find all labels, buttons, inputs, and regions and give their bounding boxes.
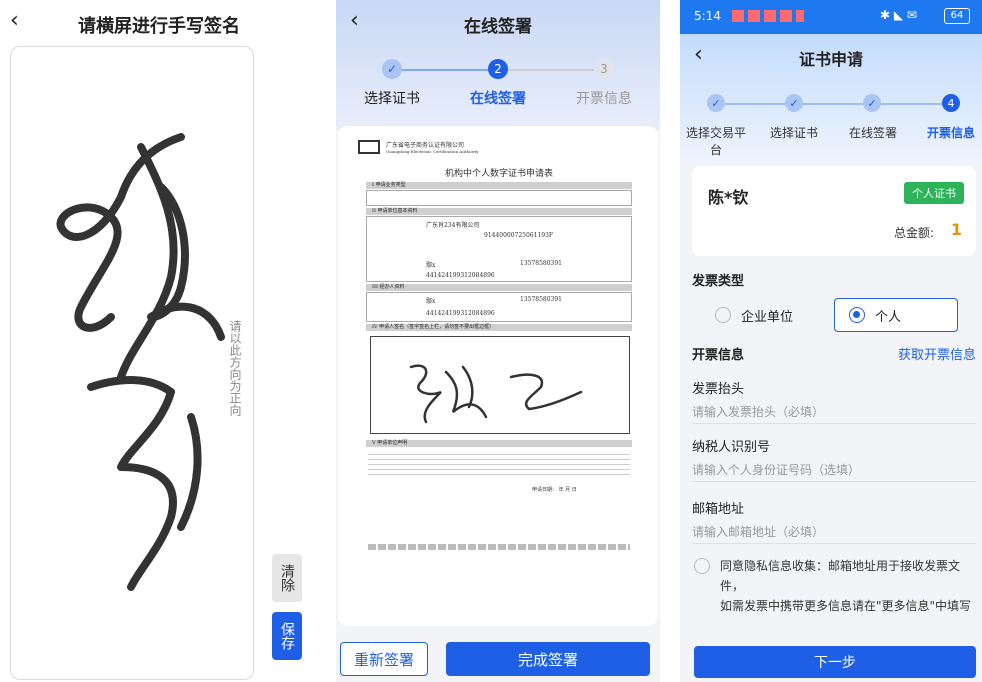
form-block xyxy=(366,190,632,206)
cert-application-screen: 5:14 ✱ ◣ ✉ 64 ‹ 证书申请 ✓ ✓ ✓ 4 选择交易平台 选择证书… xyxy=(680,0,982,682)
handwritten-signature xyxy=(409,364,583,424)
next-step-button[interactable]: 下一步 xyxy=(694,646,976,678)
option-personal-label: 个人 xyxy=(875,309,902,325)
privacy-text-line1: 同意隐私信息收集：邮箱地址用于接收发票文件， xyxy=(720,559,961,593)
total-amount: 1 xyxy=(950,220,962,239)
netca-logo xyxy=(358,140,380,154)
form-block xyxy=(366,216,632,282)
declaration-text xyxy=(368,450,630,478)
org-name-value: 广东肖234有限公司 xyxy=(426,222,480,229)
handwritten-signature xyxy=(56,133,225,591)
signature-canvas[interactable] xyxy=(10,46,254,680)
step-connector xyxy=(508,69,604,71)
status-bar: 5:14 ✱ ◣ ✉ 64 xyxy=(680,0,982,34)
taxid-input[interactable] xyxy=(692,458,976,482)
signature-box xyxy=(370,336,630,434)
invoice-header-input[interactable] xyxy=(692,400,976,424)
email-label: 邮箱地址 xyxy=(692,502,745,517)
online-sign-screen: ‹ 在线签署 ✓ 2 3 选择证书 在线签署 开票信息 广东省电子商务认证有限公… xyxy=(336,0,660,682)
step-2-label: 选择证书 xyxy=(769,126,818,140)
company-name: 广东省电子商务认证有限公司 xyxy=(386,142,465,149)
option-company[interactable]: 企业单位 xyxy=(700,298,824,332)
step-1-label: 选择证书 xyxy=(364,91,420,107)
finish-sign-button[interactable]: 完成签署 xyxy=(446,642,650,676)
step-2-indicator: 2 xyxy=(488,59,508,79)
orientation-hint: 请以此方向为正向 xyxy=(228,320,242,416)
user-name: 陈*钦 xyxy=(708,188,749,207)
phone-value: 13578580391 xyxy=(520,260,562,267)
company-name-en: Guangdong Electronic Certification Autho… xyxy=(386,149,479,154)
section-2: II 申请单位基本资料 xyxy=(366,208,632,215)
privacy-agree-checkbox[interactable] xyxy=(694,558,710,574)
step-4-label: 开票信息 xyxy=(926,126,975,140)
person-name-value: 鄢x xyxy=(426,262,436,269)
invoice-type-label: 发票类型 xyxy=(692,274,745,289)
radio-checked-icon xyxy=(849,307,865,323)
cert-summary-card: 陈*钦 个人证书 总金额: 1 xyxy=(692,166,976,256)
step-3-indicator: 3 xyxy=(594,59,614,79)
form-title: 机构中个人数字证书申请表 xyxy=(444,169,553,179)
step-1-check-icon: ✓ xyxy=(382,59,402,79)
total-label: 总金额: xyxy=(893,226,934,240)
footer-text xyxy=(368,544,630,550)
step-connector xyxy=(402,69,498,71)
clear-button[interactable]: 清除 xyxy=(272,554,302,602)
notification-icons xyxy=(732,10,804,22)
form-block xyxy=(366,292,632,322)
email-input[interactable] xyxy=(692,520,976,544)
step-1-check-icon: ✓ xyxy=(707,94,725,112)
get-invoice-info-link[interactable]: 获取开票信息 xyxy=(898,344,976,363)
radio-unchecked-icon xyxy=(715,307,731,323)
system-icons: ✱ ◣ ✉ xyxy=(880,8,917,22)
cert-type-badge: 个人证书 xyxy=(904,182,964,204)
step-1-label: 选择交易平台 xyxy=(685,126,746,157)
section-4: IV 申请人签名（签字签名上栏，请勿签不要出框边框） xyxy=(366,324,632,331)
agent-name-value: 鄢x xyxy=(426,298,436,305)
privacy-agree-text: 同意隐私信息收集：邮箱地址用于接收发票文件， 如需发票中携带更多信息请在"更多信… xyxy=(720,556,982,616)
apply-date: 申请日期： 年 月 日 xyxy=(532,487,577,493)
battery-icon: 64 xyxy=(944,8,970,24)
section-5: V 申请单位声明 xyxy=(366,440,632,447)
invoice-info-label: 开票信息 xyxy=(692,348,745,363)
option-personal[interactable]: 个人 xyxy=(834,298,958,332)
taxid-label: 纳税人识别号 xyxy=(692,440,771,455)
page-title: 请横屏进行手写签名 xyxy=(78,16,240,37)
step-3-check-icon: ✓ xyxy=(863,94,881,112)
step-2-label: 在线签署 xyxy=(470,91,526,107)
agent-id-value: 441424199312084896 xyxy=(426,310,495,317)
step-2-check-icon: ✓ xyxy=(785,94,803,112)
step-3-label: 开票信息 xyxy=(576,91,632,107)
option-company-label: 企业单位 xyxy=(741,309,794,325)
section-3: III 经办人资料 xyxy=(366,284,632,291)
save-button[interactable]: 保存 xyxy=(272,612,302,660)
page-title: 在线签署 xyxy=(464,17,532,37)
privacy-text-line2: 如需发票中携带更多信息请在"更多信息"中填写 xyxy=(720,599,972,613)
status-time: 5:14 xyxy=(694,9,721,23)
section-1: I 申请业务类型 xyxy=(366,182,632,189)
step-4-indicator: 4 xyxy=(942,94,960,112)
signature-pad-screen: ‹ 请横屏进行手写签名 请以此方向为正向 清除 保存 xyxy=(0,0,318,682)
page-title: 证书申请 xyxy=(798,50,863,69)
invoice-header-label: 发票抬头 xyxy=(692,382,745,397)
step-3-label: 在线签署 xyxy=(848,126,897,140)
step-connector xyxy=(724,103,944,105)
application-form: 广东省电子商务认证有限公司 Guangdong Electronic Certi… xyxy=(356,136,642,616)
resign-button[interactable]: 重新签署 xyxy=(340,642,428,676)
id-value: 441424199312084896 xyxy=(426,272,495,279)
agent-phone-value: 13578580391 xyxy=(520,296,562,303)
document-preview: 广东省电子商务认证有限公司 Guangdong Electronic Certi… xyxy=(338,126,658,626)
credit-code-value: 91440000725061193F xyxy=(484,232,554,239)
